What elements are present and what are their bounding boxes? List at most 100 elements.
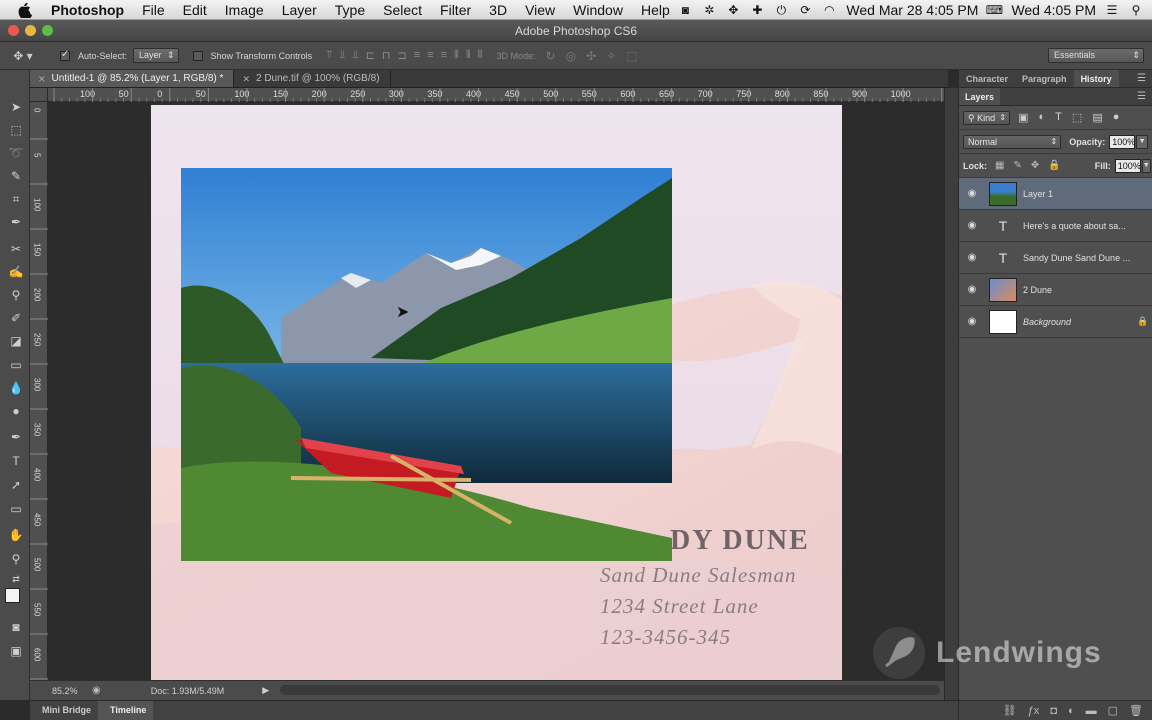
layer-row-background[interactable]: ◉ Background 🔒 (959, 306, 1152, 338)
eye-icon[interactable]: ◉ (959, 252, 985, 263)
menu-app[interactable]: Photoshop (42, 0, 133, 20)
workspace-dropdown[interactable]: Essentials (1048, 48, 1144, 63)
align-left-icon[interactable]: ⊏ (366, 49, 375, 62)
tab-paragraph[interactable]: Paragraph (1015, 70, 1074, 87)
lock-all-icon[interactable]: 🔒 (1048, 160, 1060, 171)
close-tab-icon[interactable]: ✕ (38, 70, 46, 88)
menu-edit[interactable]: Edit (174, 0, 216, 20)
eye-icon[interactable]: ◉ (959, 316, 985, 327)
history-brush-tool-icon[interactable]: ✐ (7, 309, 25, 327)
distribute-vcenter-icon[interactable]: ≡ (427, 49, 433, 62)
eraser-tool-icon[interactable]: ◪ (7, 332, 25, 350)
path-select-tool-icon[interactable]: ➚ (7, 476, 25, 494)
menu-select[interactable]: Select (374, 0, 431, 20)
filter-kind-dropdown[interactable]: ⚲ Kind (963, 110, 1011, 125)
lasso-tool-icon[interactable]: ➰ (7, 144, 25, 162)
align-bottom-icon[interactable]: ⫫ (353, 49, 359, 62)
distribute-top-icon[interactable]: ≡ (414, 49, 420, 62)
trash-icon[interactable]: 🗑 (1129, 704, 1143, 717)
crop-tool-icon[interactable]: ⌗ (7, 190, 25, 208)
marquee-tool-icon[interactable]: ⬚ (7, 121, 25, 139)
layer-style-icon[interactable]: ƒx (1028, 705, 1040, 717)
distribute-hcenter-icon[interactable]: ⦀ (466, 49, 471, 62)
tab-untitled-1[interactable]: ✕ Untitled-1 @ 85.2% (Layer 1, RGB/8) * (30, 70, 235, 88)
filter-toggle-icon[interactable]: ● (1113, 111, 1120, 124)
status-menu-arrow-icon[interactable]: ▶ (262, 685, 269, 696)
3d-drag-icon[interactable]: ✣ (586, 49, 596, 63)
document-canvas[interactable]: DY DUNE Sand Dune Salesman 1234 Street L… (151, 105, 842, 680)
zoom-window-button[interactable] (42, 25, 53, 36)
screen-mode-icon[interactable]: ▣ (7, 642, 25, 660)
blend-mode-dropdown[interactable]: Normal (963, 134, 1062, 149)
menu-filter[interactable]: Filter (431, 0, 480, 20)
distribute-right-icon[interactable]: ⦀ (478, 49, 483, 62)
align-vcenter-icon[interactable]: ⫫ (339, 49, 345, 62)
tab-2-dune[interactable]: ✕ 2 Dune.tif @ 100% (RGB/8) (234, 70, 391, 88)
link-layers-icon[interactable]: ⛓ (1003, 704, 1017, 717)
gradient-tool-icon[interactable]: ▭ (7, 356, 25, 374)
quick-select-tool-icon[interactable]: ✎ (7, 167, 25, 185)
puzzle-icon[interactable]: ✥ (725, 3, 741, 17)
swap-colors-icon[interactable]: ⇄ (7, 570, 25, 588)
minimize-window-button[interactable] (25, 25, 36, 36)
menu-type[interactable]: Type (326, 0, 374, 20)
brightness-icon[interactable]: ✲ (701, 3, 717, 17)
filter-pixel-icon[interactable]: ▣ (1018, 111, 1028, 124)
spotlight-search-icon[interactable]: ⚲ (1128, 3, 1144, 17)
zoom-tool-icon[interactable]: ⚲ (7, 550, 25, 568)
pen-tool-icon[interactable]: ✒ (7, 428, 25, 446)
zoom-level[interactable]: 85.2% (52, 686, 92, 696)
vertical-ruler[interactable]: 05100150200250300350400450500550600650 (30, 88, 48, 680)
eye-icon[interactable]: ◉ (959, 188, 985, 199)
clone-stamp-tool-icon[interactable]: ⚲ (7, 286, 25, 304)
eyedropper-tool-icon[interactable]: ✒ (7, 213, 25, 231)
3d-roll-icon[interactable]: ◎ (566, 49, 576, 63)
3d-rotate-icon[interactable]: ↻ (546, 49, 556, 63)
apple-icon[interactable] (18, 2, 32, 18)
lock-position-icon[interactable]: ✥ (1031, 160, 1039, 171)
screen-record-icon[interactable]: ◙ (677, 3, 693, 17)
quote-text-block[interactable]: DY DUNE Sand Dune Salesman 1234 Street L… (600, 525, 810, 650)
align-top-icon[interactable]: ⫪ (326, 49, 332, 62)
healing-brush-tool-icon[interactable]: ✂ (7, 240, 25, 258)
canvas-horizontal-scrollbar[interactable] (280, 685, 940, 695)
foreground-color-swatch[interactable] (5, 588, 20, 603)
tab-character[interactable]: Character (959, 70, 1015, 87)
ruler-corner[interactable] (30, 88, 48, 102)
adjustment-layer-icon[interactable]: ◐ (1068, 705, 1075, 717)
menu-image[interactable]: Image (216, 0, 273, 20)
fill-arrow-icon[interactable]: ▼ (1141, 158, 1151, 173)
3d-slide-icon[interactable]: ✧ (606, 49, 616, 63)
layer-row-2-dune[interactable]: ◉ 2 Dune (959, 274, 1152, 306)
canvas-vertical-scrollbar[interactable] (944, 88, 958, 700)
horizontal-ruler[interactable]: 100 50 0 50 100 150 200 250 300 350 400 450 500 550 60… (48, 88, 944, 102)
distribute-left-icon[interactable]: ⦀ (454, 49, 459, 62)
opacity-input[interactable]: 100% (1109, 134, 1135, 149)
filter-adjustment-icon[interactable]: ◐ (1039, 111, 1046, 124)
layer-row-layer-1[interactable]: ◉ Layer 1 (959, 178, 1152, 210)
3d-scale-icon[interactable]: ⬚ (626, 49, 637, 63)
filter-shape-icon[interactable]: ⬚ (1072, 111, 1082, 124)
new-layer-icon[interactable]: ▢ (1108, 704, 1118, 717)
close-tab-icon[interactable]: ✕ (242, 70, 250, 88)
add-mask-icon[interactable]: ◘ (1050, 705, 1057, 717)
brush-tool-icon[interactable]: ✍ (7, 263, 25, 281)
shape-tool-icon[interactable]: ▭ (7, 500, 25, 518)
fill-input[interactable]: 100% (1114, 158, 1141, 173)
clock[interactable]: Wed 4:05 PM (1011, 0, 1096, 20)
auto-select-checkbox[interactable] (60, 49, 70, 61)
canvas-area[interactable]: DY DUNE Sand Dune Salesman 1234 Street L… (48, 102, 944, 680)
eye-icon[interactable]: ◉ (959, 220, 985, 231)
layers-menu-icon[interactable]: ☰ (1137, 91, 1146, 102)
status-info-icon[interactable]: ◉ (92, 685, 101, 696)
lake-photo-layer[interactable] (181, 168, 672, 561)
plus-icon[interactable]: ✚ (749, 3, 765, 17)
filter-smart-object-icon[interactable]: ▤ (1092, 111, 1102, 124)
type-tool-icon[interactable]: T (7, 452, 25, 470)
blur-tool-icon[interactable]: 💧 (7, 379, 25, 397)
dodge-tool-icon[interactable]: ● (7, 402, 25, 420)
transform-controls-checkbox[interactable] (192, 50, 203, 61)
menu-3d[interactable]: 3D (480, 0, 516, 20)
tab-history[interactable]: History (1073, 70, 1119, 87)
move-tool-icon[interactable]: ➤ (7, 98, 25, 116)
